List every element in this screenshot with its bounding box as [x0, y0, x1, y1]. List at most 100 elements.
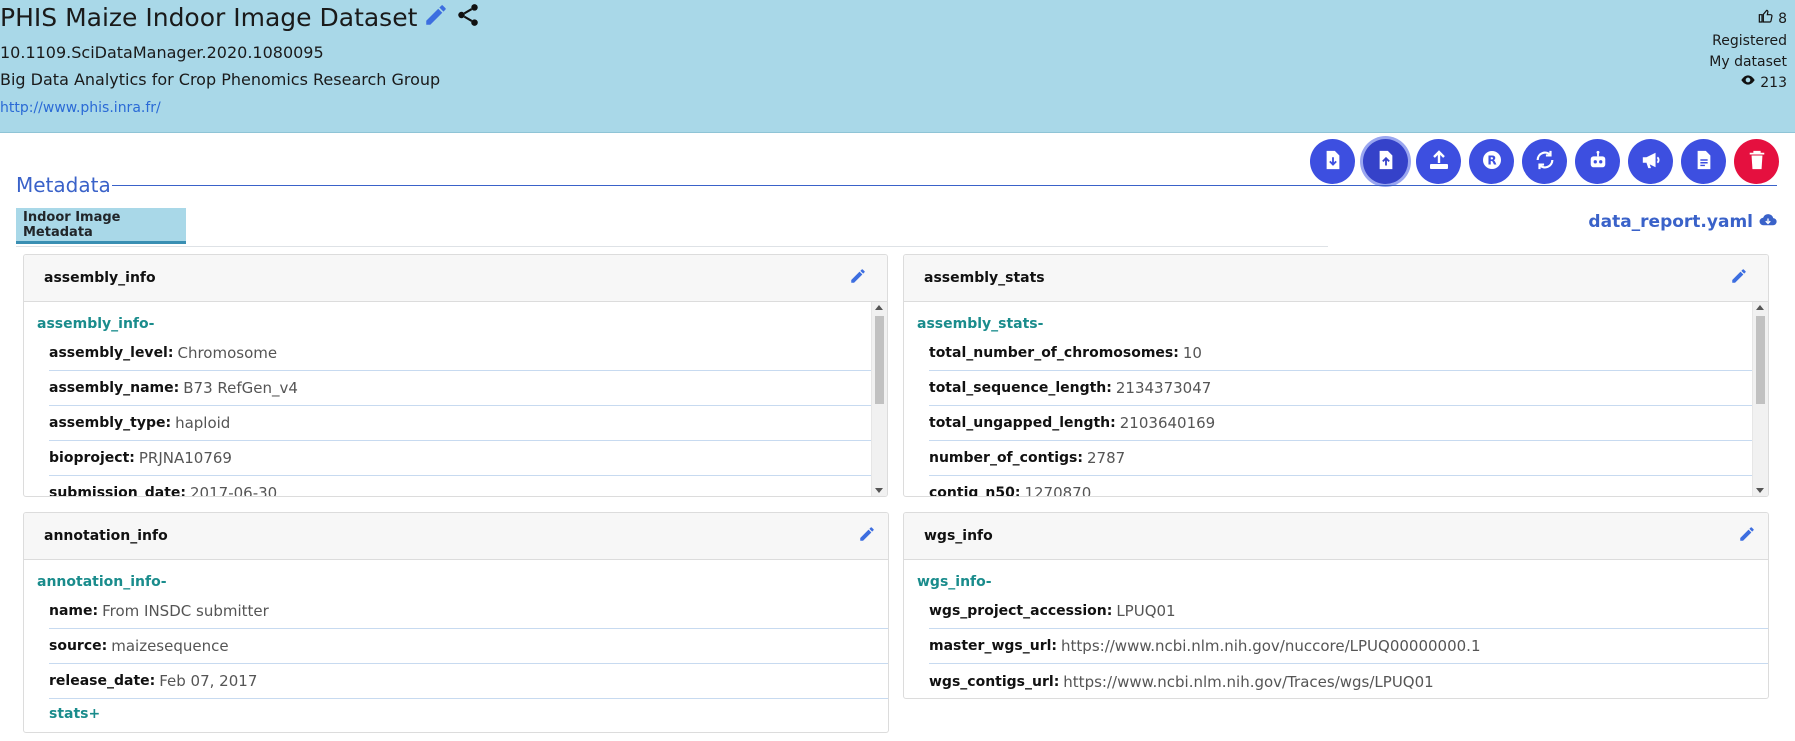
field-key: assembly_level:: [49, 345, 174, 361]
list-item: wgs_contigs_url: https://www.ncbi.nlm.nih…: [929, 664, 1768, 698]
cloud-download-icon: [1759, 212, 1777, 232]
dataset-header: PHIS Maize Indoor Image Dataset 10.1109.…: [0, 0, 1795, 133]
edit-pencil-icon[interactable]: [849, 267, 867, 289]
section-toggle[interactable]: assembly_info-: [37, 312, 872, 336]
upload-file-button[interactable]: [1363, 139, 1408, 184]
metadata-section-title: Metadata: [16, 173, 111, 197]
list-item: bioproject: PRJNA10769: [49, 441, 872, 476]
field-value: B73 RefGen_v4: [183, 379, 298, 397]
sync-button[interactable]: [1522, 139, 1567, 184]
field-value: Feb 07, 2017: [159, 672, 258, 690]
list-item: total_ungapped_length: 2103640169: [929, 406, 1753, 441]
card-title: assembly_info: [44, 270, 156, 286]
field-value: PRJNA10769: [138, 449, 232, 467]
field-value: https://www.ncbi.nlm.nih.gov/Traces/wgs/…: [1063, 672, 1434, 691]
dataset-title: PHIS Maize Indoor Image Dataset: [0, 2, 418, 32]
card-body: assembly_info- assembly_level: Chromosome…: [24, 302, 872, 497]
field-value: From INSDC submitter: [102, 602, 269, 620]
field-key: bioproject:: [49, 450, 135, 466]
trash-icon: [1748, 150, 1766, 174]
list-item: release_date: Feb 07, 2017: [49, 664, 888, 699]
report-file-name: data_report.yaml: [1588, 212, 1753, 232]
card-header: annotation_info: [24, 513, 888, 560]
list-item: wgs_project_accession: LPUQ01: [929, 594, 1768, 629]
field-key: assembly_type:: [49, 415, 172, 431]
field-key: wgs_project_accession:: [929, 603, 1113, 619]
field-value: maizesequence: [111, 637, 229, 655]
tab-indoor-image-metadata[interactable]: Indoor Image Metadata: [16, 208, 186, 244]
assembly-stats-card: assembly_stats assembly_stats- total_num…: [903, 254, 1769, 497]
card-body: annotation_info- name: From INSDC submitt…: [24, 560, 888, 729]
scroll-up-icon[interactable]: [875, 305, 883, 310]
dataset-stats: 8 Registered My dataset 213: [1709, 8, 1787, 94]
card-title: assembly_stats: [924, 270, 1045, 286]
card-header: assembly_info: [24, 255, 887, 302]
download-file-button[interactable]: [1310, 139, 1355, 184]
thumbs-up-icon[interactable]: [1758, 8, 1774, 31]
delete-button[interactable]: [1734, 139, 1779, 184]
card-title: wgs_info: [924, 528, 993, 544]
views-count: 213: [1760, 75, 1787, 91]
field-value: 2017-06-30: [190, 484, 278, 497]
dataset-url-link[interactable]: http://www.phis.inra.fr/: [0, 100, 161, 116]
field-key: contig_n50:: [929, 485, 1021, 497]
robot-icon: [1587, 150, 1609, 174]
section-toggle[interactable]: annotation_info-: [37, 570, 888, 594]
edit-pencil-icon[interactable]: [1738, 525, 1756, 547]
list-item: name: From INSDC submitter: [49, 594, 888, 629]
section-toggle[interactable]: assembly_stats-: [917, 312, 1753, 336]
card-scrollbar[interactable]: [871, 302, 887, 496]
field-key: submission_date:: [49, 485, 187, 497]
title-row: PHIS Maize Indoor Image Dataset: [0, 2, 481, 32]
section-toggle[interactable]: wgs_info-: [917, 570, 1768, 594]
robot-button[interactable]: [1575, 139, 1620, 184]
action-toolbar: R: [1310, 139, 1779, 184]
field-value: Chromosome: [177, 344, 278, 362]
field-value: 2103640169: [1119, 414, 1216, 432]
eye-icon: [1740, 73, 1756, 94]
list-item: assembly_name: B73 RefGen_v4: [49, 371, 872, 406]
list-item: assembly_level: Chromosome: [49, 336, 872, 371]
scroll-down-icon[interactable]: [1756, 488, 1764, 493]
upload-icon: [1428, 149, 1450, 174]
card-title: annotation_info: [44, 528, 168, 544]
list-item: total_number_of_chromosomes: 10: [929, 336, 1753, 371]
file-upload-icon: [1377, 150, 1395, 174]
data-report-link[interactable]: data_report.yaml: [1588, 212, 1777, 232]
list-item: source: maizesequence: [49, 629, 888, 664]
views-row: 213: [1709, 73, 1787, 94]
scroll-thumb[interactable]: [1756, 316, 1765, 404]
field-key: master_wgs_url:: [929, 638, 1058, 654]
share-icon[interactable]: [455, 2, 481, 32]
upload-button[interactable]: [1416, 139, 1461, 184]
card-scrollbar[interactable]: [1752, 302, 1768, 496]
r-icon: R: [1482, 150, 1502, 174]
scroll-up-icon[interactable]: [1756, 305, 1764, 310]
announce-button[interactable]: [1628, 139, 1673, 184]
scroll-thumb[interactable]: [875, 316, 884, 404]
svg-text:R: R: [1487, 153, 1496, 167]
dataset-doi: 10.1109.SciDataManager.2020.1080095: [0, 43, 324, 62]
megaphone-icon: [1640, 150, 1662, 174]
wgs-info-card: wgs_info wgs_info- wgs_project_accession…: [903, 512, 1769, 699]
likes-row[interactable]: 8: [1709, 8, 1787, 31]
field-value: haploid: [175, 414, 231, 432]
edit-title-icon[interactable]: [423, 2, 449, 32]
annotation-info-card: annotation_info annotation_info- name: Fr…: [23, 512, 889, 733]
edit-pencil-icon[interactable]: [858, 525, 876, 547]
assembly-info-card: assembly_info assembly_info- assembly_le…: [23, 254, 888, 497]
likes-count: 8: [1778, 11, 1787, 27]
list-item: master_wgs_url: https://www.ncbi.nlm.nih.…: [929, 629, 1768, 664]
edit-pencil-icon[interactable]: [1730, 267, 1748, 289]
scroll-down-icon[interactable]: [875, 488, 883, 493]
card-header: wgs_info: [904, 513, 1768, 560]
stats-toggle[interactable]: stats+: [49, 699, 888, 729]
field-key: number_of_contigs:: [929, 450, 1083, 466]
card-header: assembly_stats: [904, 255, 1768, 302]
section-divider: [112, 185, 1777, 186]
research-group: Big Data Analytics for Crop Phenomics Re…: [0, 70, 441, 89]
field-key: assembly_name:: [49, 380, 180, 396]
field-value: 1270870: [1024, 484, 1092, 497]
document-button[interactable]: [1681, 139, 1726, 184]
r-export-button[interactable]: R: [1469, 139, 1514, 184]
